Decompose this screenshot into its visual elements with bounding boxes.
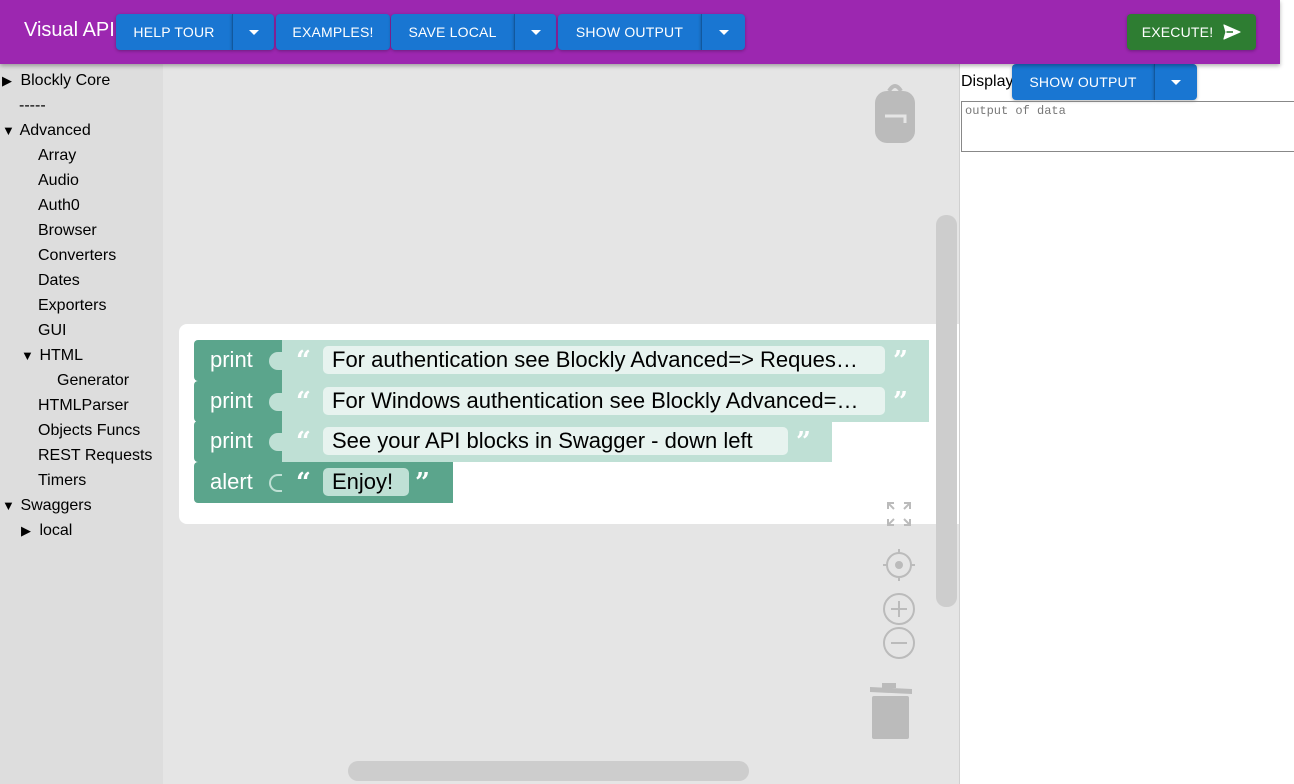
tree-item-label: Swaggers bbox=[20, 497, 92, 514]
output-textarea[interactable]: output of data bbox=[961, 101, 1294, 152]
toolbox-sidebar: ▶ Blockly Core ----- ▼ Advanced Array Au… bbox=[0, 64, 163, 784]
string-block[interactable]: “ See your API blocks in Swagger - down … bbox=[282, 421, 832, 462]
string-field[interactable]: Enjoy! bbox=[323, 468, 409, 496]
string-field[interactable]: See your API blocks in Swagger - down le… bbox=[323, 427, 788, 455]
panel-show-output-button[interactable]: SHOW OUTPUT bbox=[1012, 64, 1154, 100]
zoom-in-icon[interactable] bbox=[882, 592, 916, 626]
block-notch bbox=[269, 433, 283, 451]
execute-label: EXECUTE! bbox=[1141, 24, 1214, 40]
tree-item-swaggers[interactable]: ▼ Swaggers bbox=[2, 493, 92, 518]
tree-item-advanced[interactable]: ▼ Advanced bbox=[2, 118, 91, 143]
open-quote-icon: “ bbox=[296, 387, 311, 417]
trash-icon[interactable] bbox=[868, 681, 914, 741]
block-notch bbox=[269, 352, 283, 370]
show-output-dropdown-button[interactable] bbox=[701, 14, 745, 50]
help-tour-dropdown-button[interactable] bbox=[232, 14, 274, 50]
tree-item-local[interactable]: ▶ local bbox=[21, 518, 72, 543]
tree-item-rest-requests[interactable]: REST Requests bbox=[38, 443, 152, 468]
tree-item-html[interactable]: ▼ HTML bbox=[21, 343, 83, 368]
print-block[interactable]: print “ See your API blocks in Swagger -… bbox=[194, 421, 832, 462]
tree-item-converters[interactable]: Converters bbox=[38, 243, 116, 268]
string-block[interactable]: “ For authentication see Blockly Advance… bbox=[282, 340, 929, 381]
close-quote-icon: ” bbox=[893, 387, 908, 417]
tree-item-gui[interactable]: GUI bbox=[38, 318, 66, 343]
send-icon bbox=[1223, 24, 1241, 40]
block-notch bbox=[269, 393, 283, 411]
tree-item-browser[interactable]: Browser bbox=[38, 218, 97, 243]
tree-item-htmlparser[interactable]: HTMLParser bbox=[38, 393, 129, 418]
close-quote-icon: ” bbox=[415, 468, 430, 498]
triangle-down-icon: ▼ bbox=[2, 498, 15, 513]
block-notch bbox=[269, 474, 283, 492]
triangle-down-icon: ▼ bbox=[21, 348, 34, 363]
open-quote-icon: “ bbox=[296, 427, 311, 457]
string-field[interactable]: For authentication see Blockly Advanced=… bbox=[323, 346, 885, 374]
caret-down-icon bbox=[718, 29, 729, 35]
triangle-right-icon: ▶ bbox=[2, 73, 12, 88]
examples-button[interactable]: EXAMPLES! bbox=[276, 14, 390, 50]
close-quote-icon: ” bbox=[796, 427, 811, 457]
tree-item-label: Blockly Core bbox=[20, 72, 111, 89]
panel-show-output-dropdown-button[interactable] bbox=[1154, 64, 1197, 100]
tree-item-array[interactable]: Array bbox=[38, 143, 76, 168]
tree-item-label: HTML bbox=[39, 347, 84, 364]
tree-item-audio[interactable]: Audio bbox=[38, 168, 79, 193]
recenter-icon[interactable] bbox=[883, 549, 915, 581]
string-block[interactable]: “ For Windows authentication see Blockly… bbox=[282, 381, 929, 422]
tree-item-label: Advanced bbox=[19, 122, 91, 139]
tree-item-blockly-core[interactable]: ▶ Blockly Core bbox=[2, 68, 110, 93]
tree-item-timers[interactable]: Timers bbox=[38, 468, 86, 493]
tree-item-objects-funcs[interactable]: Objects Funcs bbox=[38, 418, 140, 443]
output-panel: Display SHOW OUTPUT output of data bbox=[959, 64, 1294, 784]
open-quote-icon: “ bbox=[296, 346, 311, 376]
app-bar: Visual API HELP TOUR EXAMPLES! SAVE LOCA… bbox=[0, 0, 1280, 64]
backpack-icon[interactable] bbox=[873, 83, 917, 145]
print-block[interactable]: print “ For authentication see Blockly A… bbox=[194, 340, 929, 381]
fullscreen-icon[interactable] bbox=[885, 500, 913, 528]
save-local-button[interactable]: SAVE LOCAL bbox=[391, 14, 514, 50]
caret-down-icon bbox=[1171, 79, 1181, 85]
workspace-vertical-scrollbar[interactable] bbox=[936, 215, 957, 607]
blockly-workspace[interactable]: print “ For authentication see Blockly A… bbox=[163, 64, 959, 784]
caret-down-icon bbox=[248, 29, 259, 35]
open-quote-icon: “ bbox=[296, 468, 311, 498]
triangle-down-icon: ▼ bbox=[2, 123, 15, 138]
show-output-button[interactable]: SHOW OUTPUT bbox=[558, 14, 701, 50]
print-block[interactable]: print “ For Windows authentication see B… bbox=[194, 381, 929, 422]
tree-item-dates[interactable]: Dates bbox=[38, 268, 80, 293]
string-block[interactable]: “ Enjoy! ” bbox=[282, 462, 453, 503]
app-title: Visual API bbox=[24, 19, 115, 41]
string-field[interactable]: For Windows authentication see Blockly A… bbox=[323, 387, 885, 415]
tree-item-generator[interactable]: Generator bbox=[57, 368, 129, 393]
tree-item-label: local bbox=[39, 522, 73, 539]
tree-separator: ----- bbox=[19, 97, 46, 114]
zoom-out-icon[interactable] bbox=[882, 626, 916, 660]
alert-block[interactable]: alert “ Enjoy! ” bbox=[194, 462, 453, 503]
help-tour-button[interactable]: HELP TOUR bbox=[116, 14, 232, 50]
save-local-dropdown-button[interactable] bbox=[514, 14, 556, 50]
close-quote-icon: ” bbox=[893, 346, 908, 376]
tree-item-exporters[interactable]: Exporters bbox=[38, 293, 106, 318]
display-label: Display bbox=[961, 73, 1014, 90]
workspace-horizontal-scrollbar[interactable] bbox=[348, 761, 749, 781]
triangle-right-icon: ▶ bbox=[21, 523, 31, 538]
execute-button[interactable]: EXECUTE! bbox=[1127, 14, 1256, 50]
caret-down-icon bbox=[530, 29, 541, 35]
tree-item-auth0[interactable]: Auth0 bbox=[38, 193, 80, 218]
